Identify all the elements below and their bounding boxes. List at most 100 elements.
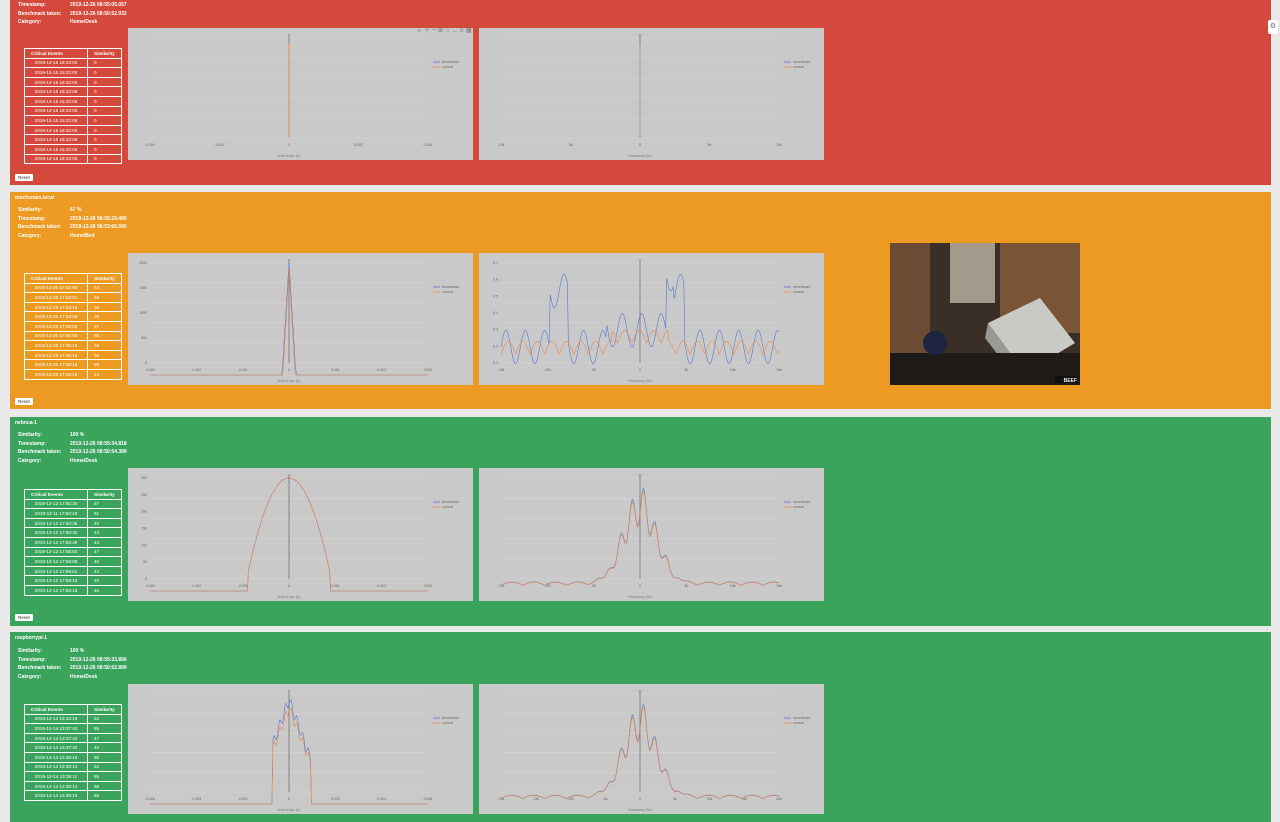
toolbar-icon[interactable]: ⊞ [438,28,443,34]
table-row[interactable]: 2019-12-12 17:59:18 46 [24,584,122,596]
webcam-snapshot: BEEF [890,243,1080,385]
event-similarity: 57 [87,498,122,510]
event-similarity: 40 [87,556,122,567]
table-row[interactable]: 2019-12-12 17:50:20 57 [24,498,122,510]
table-row[interactable]: 2019-12-15 15:22:06 0 [24,95,122,107]
table-row[interactable]: 2019-12-15 15:22:06 0 [24,134,122,145]
event-timestamp: 2019-12-12 17:58:53 [24,546,88,558]
reset-button[interactable]: Reset [15,398,33,405]
tick-label: 10k [730,368,736,372]
tick-label: 15k [776,584,782,588]
settings-dot-icon[interactable]: ⚙ [1268,20,1278,34]
event-similarity: 68 [87,780,122,792]
webcam-image [890,243,1080,385]
event-similarity: 52 [87,761,122,773]
chart-legend: benchmarkcurrent [433,285,460,294]
frequency-chart[interactable]: -15k -10k -5k 0 5k 10k 15k Frequency (Hz) 0.7 0.6… [479,253,824,385]
table-row[interactable]: 2019-12-25 17:53:26 36 [24,311,122,322]
y-tick-label: 0.5 [493,294,498,298]
table-row[interactable]: 2019-12-15 15:22:06 0 [24,153,122,165]
info-label: Benchmark taken: [18,665,62,671]
toolbar-icon[interactable]: ≡ [459,28,464,34]
table-row[interactable]: 2019-12-15 15:22:06 0 [24,143,122,155]
info-value: 2019-12-26 08:50:52.932 [70,10,127,17]
tick-label: 0.001 [331,368,340,372]
event-timestamp: 2019-12-15 15:22:06 [24,86,88,97]
table-row[interactable]: 2019-12-12 17:50:35 40 [24,517,122,529]
table-row[interactable]: 2019-12-15 15:22:05 0 [24,67,122,78]
event-timestamp: 2019-12-25 17:55:16 [24,359,88,370]
table-row[interactable]: 2019-12-15 15:22:00 0 [24,57,122,69]
table-row[interactable]: 2019-12-25 17:55:16 36 [24,340,122,351]
reset-button[interactable]: Reset [15,174,33,181]
time-domain-chart[interactable]: -0.003 -0.002 -0.001 0 0.001 0.002 0.003 time i… [128,468,473,601]
table-row[interactable]: 2019-12-25 17:52:51 65 [24,292,122,303]
info-label: Benchmark taken: [18,10,62,17]
table-row[interactable]: 2019-12-25 17:55:16 56 [24,349,122,361]
table-row[interactable]: 2019-12-12 17:58:53 47 [24,546,122,558]
frequency-chart[interactable]: -10k -5k 0 5k 10k Frequency (Hz) benchmark curr… [479,28,824,160]
table-row[interactable]: 2019-12-14 13:38:19 60 [24,751,122,763]
table-row[interactable]: 2019-12-12 17:56:48 43 [24,536,122,548]
table-row[interactable]: 2019-12-25 17:55:06 65 [24,330,122,342]
table-row[interactable]: 2019-12-25 17:55:16 44 [24,368,122,380]
event-timestamp: 2019-12-12 17:50:40 [24,527,88,538]
time-domain-chart[interactable]: -0.003 -0.002 -0.001 0 0.001 0.002 0.003 time i… [128,253,473,385]
frequency-chart[interactable]: -20k -15k -10k -5k 0 5k 10k 15k 20k Frequency (Hz… [479,684,824,814]
table-row[interactable]: 2019-12-11 17:50:19 51 [24,508,122,519]
event-similarity: 60 [87,751,122,763]
table-row[interactable]: 2019-12-12 17:59:10 40 [24,575,122,586]
table-row[interactable]: 2019-12-14 13:37:42 42 [24,742,122,753]
info-label: Category: [18,19,42,25]
table-row[interactable]: 2019-12-14 13:38:11 65 [24,771,122,782]
table-row[interactable]: 2019-12-15 15:22:06 0 [24,105,122,117]
event-timestamp: 2019-12-15 15:22:06 [24,76,88,88]
tick-label: 0.002 [377,368,386,372]
table-row[interactable]: 2019-12-14 13:38:14 68 [24,780,122,792]
table-row[interactable]: 2019-12-14 13:34:19 52 [24,713,122,725]
table-row[interactable]: 2019-12-15 15:22:06 0 [24,86,122,97]
event-timestamp: 2019-12-12 17:59:10 [24,575,88,586]
legend-label: benchmark [442,60,460,64]
column-header: Similarity [87,48,122,59]
table-row[interactable]: 2019-12-14 13:37:42 47 [24,732,122,744]
event-similarity: 55 [87,723,122,734]
table-row[interactable]: 2019-12-14 13:37:42 55 [24,723,122,734]
table-row[interactable]: 2019-12-12 17:59:01 44 [24,565,122,577]
chart-legend: benchmarkcurrent [433,60,460,69]
table-row[interactable]: 2019-12-14 13:38:15 56 [24,790,122,801]
info-value: Home/Bed [70,232,95,239]
table-row[interactable]: 2019-12-14 13:38:14 52 [24,761,122,773]
toolbar-icon[interactable]: ▦ [466,28,472,34]
toolbar-icon[interactable]: ＋ [424,28,430,34]
reset-button[interactable]: Reset [15,614,33,621]
device-panel: raspberrypi-1 Similarity: 100 % Timestamp: 2… [10,632,1271,822]
toolbar-icon[interactable]: ⌂ [445,28,450,34]
y-tick-label: 0.1 [493,361,498,365]
table-row[interactable]: 2019-12-25 17:53:16 36 [24,301,122,313]
device-panel: Timestamp: 2019-12-26 08:55:05.057 Benchma… [10,0,1271,185]
event-timestamp: 2019-12-25 17:55:03 [24,320,88,332]
chart-legend: benchmarkcurrent [433,500,460,509]
table-row[interactable]: 2019-12-15 15:22:06 0 [24,76,122,88]
toolbar-icon[interactable]: ↔ [452,28,458,34]
table-row[interactable]: 2019-12-25 17:55:03 67 [24,320,122,332]
table-row[interactable]: 2019-12-25 17:52:50 64 [24,282,122,294]
time-domain-chart[interactable]: ⌕ ＋－ ⊞ ⌂ ↔ ≡ ▦ -0.004 -0.002 0 0.002 0.004 time in s… [128,28,473,160]
info-value: 2019-12-26 08:55:34.818 [70,440,127,447]
info-row: Category: Home/Desk [18,673,127,682]
table-row[interactable]: 2019-12-12 17:50:40 44 [24,527,122,538]
time-domain-chart[interactable]: -0.006 -0.004 -0.002 0 0.002 0.004 0.006 time i… [128,684,473,814]
table-row[interactable]: 2019-12-25 17:55:16 55 [24,359,122,370]
tick-label: -0.004 [191,797,201,801]
toolbar-icon[interactable]: ⌕ [417,28,422,34]
toolbar-icon[interactable]: － [431,28,437,34]
table-row[interactable]: 2019-12-15 15:22:06 0 [24,124,122,136]
frequency-chart[interactable]: -15k -10k -5k 0 5k 10k 15k Frequency (Hz) benchm… [479,468,824,601]
table-row[interactable]: 2019-12-15 15:22:06 0 [24,115,122,126]
event-similarity: 40 [87,575,122,586]
tick-label: -15k [532,797,539,801]
event-timestamp: 2019-12-12 17:50:20 [24,498,88,510]
legend-label: benchmark [793,500,811,504]
table-row[interactable]: 2019-12-12 17:58:08 40 [24,556,122,567]
